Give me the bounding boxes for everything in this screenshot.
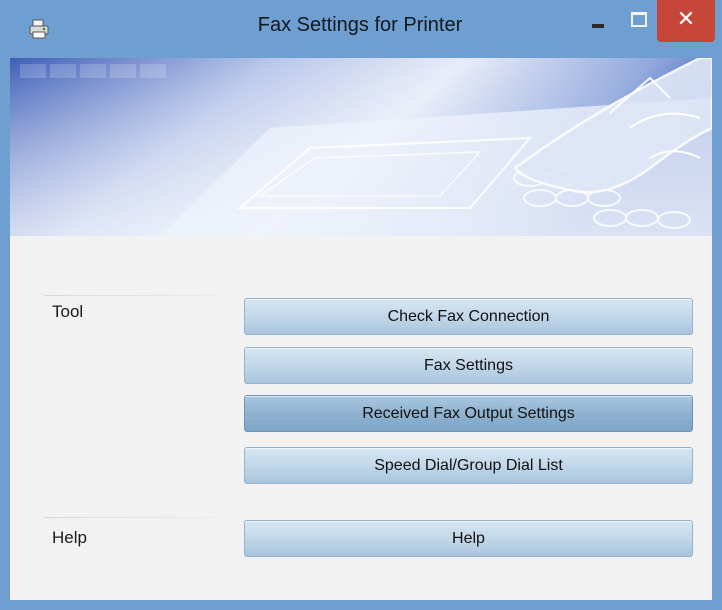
banner-image: [10, 58, 712, 236]
fax-settings-window: Fax Settings for Printer ✕ Tool Check Fa…: [0, 0, 722, 610]
received-fax-output-settings-button[interactable]: Received Fax Output Settings: [244, 395, 693, 432]
close-button[interactable]: ✕: [657, 0, 715, 42]
title-bar[interactable]: Fax Settings for Printer ✕: [0, 0, 722, 58]
maximize-icon: [631, 12, 647, 27]
check-fax-connection-button[interactable]: Check Fax Connection: [244, 298, 693, 335]
close-icon: ✕: [676, 7, 696, 32]
printer-fax-icon[interactable]: [28, 18, 50, 40]
fax-settings-button[interactable]: Fax Settings: [244, 347, 693, 384]
help-button[interactable]: Help: [244, 520, 693, 557]
window-title: Fax Settings for Printer: [257, 14, 463, 36]
speed-dial-group-dial-list-button[interactable]: Speed Dial/Group Dial List: [244, 447, 693, 484]
minimize-icon: [592, 24, 604, 28]
client-area: Tool Check Fax Connection Fax Settings R…: [10, 58, 712, 600]
help-divider: [44, 517, 218, 518]
maximize-button[interactable]: [623, 0, 651, 40]
tool-divider: [44, 295, 218, 296]
minimize-button[interactable]: [584, 0, 614, 40]
tool-section-label: Tool: [52, 302, 84, 321]
help-section-label: Help: [52, 528, 87, 547]
